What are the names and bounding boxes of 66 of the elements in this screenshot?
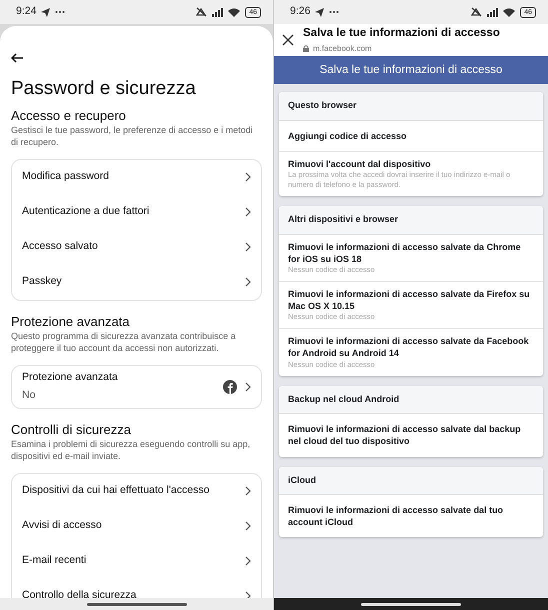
send-icon bbox=[41, 8, 50, 16]
chevron-right-icon bbox=[245, 242, 251, 252]
item-label: Modifica password bbox=[22, 169, 109, 184]
wifi-icon bbox=[228, 8, 240, 16]
settings-item[interactable]: Avvisi di accesso bbox=[22, 508, 251, 544]
close-icon[interactable] bbox=[282, 34, 294, 46]
item-label: Rimuovi le informazioni di accesso salvate dal backup nel cloud del tuo dispositivo bbox=[288, 423, 522, 448]
settings-item[interactable]: Passkey bbox=[22, 264, 251, 300]
card-heading: Backup nel cloud Android bbox=[279, 386, 543, 414]
signal-icon bbox=[487, 8, 498, 16]
settings-item[interactable]: E-mail recenti bbox=[22, 544, 251, 579]
card-heading: Altri dispositivi e browser bbox=[279, 206, 543, 235]
section-heading: Accesso e recupero bbox=[11, 108, 127, 124]
chevron-right-icon bbox=[245, 172, 251, 182]
chevron-right-icon bbox=[245, 277, 251, 288]
item-label: Autenticazione a due fattori bbox=[22, 204, 150, 220]
more-icon bbox=[55, 10, 66, 14]
card-heading: iCloud bbox=[279, 466, 543, 496]
section-description: Questo programma di sicurezza avanzata contribuisce a proteggere il tuo account da accessi non autorizzati. bbox=[11, 331, 237, 355]
list-item[interactable]: Rimuovi le informazioni di accesso salvate dal backup nel cloud del tuo dispositivo bbox=[279, 414, 543, 457]
chevron-right-icon bbox=[245, 207, 251, 218]
back-icon[interactable] bbox=[11, 52, 24, 63]
more-icon bbox=[329, 10, 340, 14]
item-label: Rimuovi le informazioni di accesso salvate da Firefox su Mac OS X 10.15 bbox=[288, 288, 531, 312]
item-value: No bbox=[22, 388, 36, 403]
item-label: Rimuovi le informazioni di accesso salvate da Facebook for Android su Android 14 bbox=[288, 335, 530, 360]
status-time: 9:26 bbox=[290, 4, 310, 20]
settings-item[interactable]: Autenticazione a due fattori bbox=[22, 194, 251, 230]
url-text: m.facebook.com bbox=[313, 42, 372, 55]
list-item[interactable]: Rimuovi le informazioni di accesso salvate dal tuo account iCloud bbox=[279, 495, 543, 538]
signal-icon bbox=[212, 8, 224, 16]
item-label: Rimuovi l'account dal dispositivo bbox=[288, 158, 432, 170]
settings-item[interactable]: Protezione avanzata No bbox=[22, 366, 251, 408]
settings-item[interactable]: Modifica password bbox=[22, 160, 251, 195]
mute-icon bbox=[471, 7, 482, 17]
item-label: Passkey bbox=[22, 274, 62, 290]
item-label: Avvisi di accesso bbox=[22, 518, 102, 534]
chevron-right-icon bbox=[245, 382, 251, 392]
item-label: E-mail recenti bbox=[22, 553, 86, 568]
page-title: Password e sicurezza bbox=[11, 78, 197, 101]
item-label: Aggiungi codice di accesso bbox=[288, 130, 408, 142]
item-label: Dispositivi da cui hai effettuato l'accesso bbox=[22, 483, 210, 498]
lock-icon bbox=[303, 45, 309, 52]
section-heading: Protezione avanzata bbox=[11, 314, 131, 330]
chevron-right-icon bbox=[245, 521, 251, 532]
item-label: Rimuovi le informazioni di accesso salvate da Chrome for iOS su iOS 18 bbox=[288, 240, 522, 265]
item-label: Accesso salvato bbox=[22, 239, 98, 254]
circle-logo-icon bbox=[223, 380, 237, 394]
card-heading: Questo browser bbox=[279, 92, 543, 120]
settings-item[interactable]: Accesso salvato bbox=[22, 230, 251, 265]
send-icon bbox=[315, 8, 324, 16]
item-label: Controllo della sicurezza bbox=[22, 588, 136, 604]
list-item[interactable]: Aggiungi codice di accesso bbox=[279, 120, 543, 152]
mute-icon bbox=[196, 7, 208, 17]
wifi-icon bbox=[503, 8, 516, 16]
page-title: Salva le tue informazioni di accesso bbox=[303, 26, 500, 42]
section-description: Esamina i problemi di sicurezza eseguendo controlli su app, dispositivi ed e-mail inviate. bbox=[11, 439, 252, 463]
page-banner: Salva le tue informazioni di accesso bbox=[274, 56, 548, 84]
chevron-right-icon bbox=[245, 556, 251, 566]
section-description: Gestisci le tue password, le preferenze di accesso e i metodi di recupero. bbox=[11, 125, 254, 149]
status-time: 9:24 bbox=[16, 4, 36, 20]
item-label: Protezione avanzata bbox=[22, 370, 118, 385]
section-heading: Controlli di sicurezza bbox=[11, 422, 132, 438]
chevron-right-icon bbox=[245, 486, 251, 496]
item-label: Rimuovi le informazioni di accesso salvate dal tuo account iCloud bbox=[288, 504, 504, 528]
settings-item[interactable]: Dispositivi da cui hai effettuato l'accesso bbox=[22, 474, 251, 509]
